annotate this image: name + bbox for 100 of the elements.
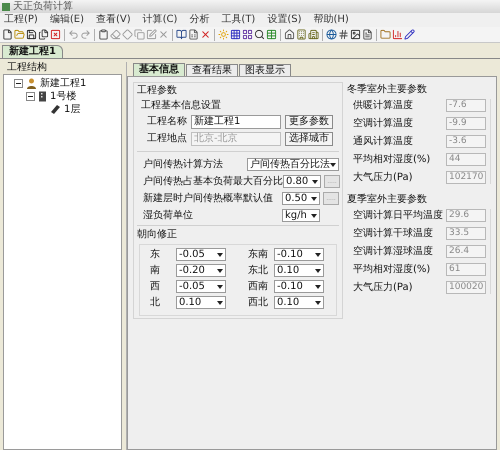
setting-label: 户间传热占基本负荷最大百分比 (143, 176, 283, 188)
book-icon[interactable] (176, 29, 187, 40)
caret-icon (330, 162, 336, 166)
layout-grid-icon[interactable] (242, 29, 253, 40)
tab[interactable]: 基本信息 (133, 63, 185, 76)
diamond-icon[interactable] (122, 29, 133, 40)
dropdown[interactable]: -0.05 (176, 248, 226, 261)
setting-label: 新建层时户间传热概率默认值 (143, 192, 273, 204)
direction-label: 西北 (248, 296, 269, 308)
direction-label: 北 (150, 296, 161, 308)
window-title: 天正负荷计算 (13, 2, 73, 12)
action-button[interactable]: 更多参数 (285, 115, 333, 129)
delete-icon[interactable] (158, 29, 169, 40)
group-title: 朝向修正 (137, 229, 178, 241)
globe-icon[interactable] (326, 29, 337, 40)
edit-icon[interactable] (146, 29, 157, 40)
person-icon (26, 78, 37, 89)
caret-icon (312, 180, 318, 184)
group-title: 工程参数 (137, 85, 178, 97)
undo-icon[interactable] (68, 29, 79, 40)
group-title: 夏季室外主要参数 (347, 194, 428, 206)
dropdown[interactable]: 0.50 (282, 192, 320, 205)
bar-chart-icon[interactable] (392, 29, 403, 40)
collapse-icon[interactable] (14, 79, 23, 88)
files-icon[interactable] (38, 29, 49, 40)
group-title: 工程基本信息设置 (141, 100, 222, 112)
search-icon[interactable] (254, 29, 265, 40)
field-label: 工程地点 (147, 133, 187, 145)
readonly-field: 102170 (446, 171, 486, 184)
tab[interactable]: 图表显示 (239, 64, 291, 76)
field-label: 工程名称 (147, 116, 187, 128)
dropdown[interactable]: -0.05 (176, 280, 226, 293)
menu-item[interactable]: 设置(S) (267, 14, 302, 26)
close-icon[interactable] (50, 29, 61, 40)
menu-item[interactable]: 编辑(E) (50, 14, 84, 26)
caret-icon (315, 252, 321, 256)
dropdown[interactable]: kg/h (282, 209, 320, 222)
tree-item[interactable]: 新建工程1 (40, 78, 86, 90)
image-icon[interactable] (350, 29, 361, 40)
delete-icon[interactable] (200, 29, 211, 40)
dropdown[interactable]: 0.10 (176, 296, 226, 309)
dropdown[interactable]: -0.10 (274, 248, 324, 261)
table-icon[interactable] (266, 29, 277, 40)
house-icon[interactable] (284, 29, 295, 40)
pencil-icon[interactable] (404, 29, 415, 40)
menu-item[interactable]: 工程(P) (4, 14, 38, 26)
caret-icon (217, 284, 223, 288)
field-label: 大气压力(Pa) (353, 172, 413, 184)
document-icon[interactable] (362, 29, 373, 40)
direction-label: 南 (150, 264, 161, 276)
document-tab[interactable]: 新建工程1 (2, 45, 63, 58)
spreadsheet-icon[interactable] (188, 29, 199, 40)
direction-label: 东 (150, 248, 161, 260)
new-file-icon[interactable] (2, 29, 13, 40)
building-icon[interactable] (296, 29, 307, 40)
direction-label: 东北 (248, 264, 269, 276)
dropdown[interactable]: 户间传热百分比法 (247, 158, 339, 171)
caret-icon (315, 268, 321, 272)
tab[interactable]: 查看结果 (186, 64, 238, 76)
building-icon (38, 91, 47, 102)
setting-label: 户间传热计算方法 (143, 158, 223, 170)
dropdown[interactable]: -0.20 (176, 264, 226, 277)
save-icon[interactable] (26, 29, 37, 40)
menu-item[interactable]: 查看(V) (96, 14, 131, 26)
caret-icon (217, 300, 223, 304)
readonly-field: 29.6 (446, 209, 486, 222)
readonly-field: 100020 (446, 281, 486, 294)
building-icon[interactable] (308, 29, 319, 40)
redo-icon[interactable] (80, 29, 91, 40)
caret-icon (217, 252, 223, 256)
menu-item[interactable]: 分析 (189, 14, 210, 26)
app-icon (2, 2, 10, 10)
tree-item[interactable]: 1层 (64, 104, 80, 116)
field-label: 平均相对湿度(%) (353, 264, 430, 276)
collapse-icon[interactable] (26, 92, 35, 101)
readonly-field: -9.9 (446, 117, 486, 130)
hash-icon[interactable] (338, 29, 349, 40)
dropdown[interactable]: 0.10 (274, 264, 324, 277)
field-label: 空调计算温度 (353, 118, 413, 130)
readonly-field: -7.6 (446, 99, 486, 112)
panel-title: 工程结构 (6, 62, 48, 74)
field-label: 大气压力(Pa) (353, 282, 413, 294)
text-field[interactable]: 新建工程1 (191, 115, 281, 129)
field-label: 供暖计算温度 (353, 100, 413, 112)
menu-item[interactable]: 工具(T) (221, 14, 256, 26)
copy-icon[interactable] (134, 29, 145, 40)
readonly-field: 26.4 (446, 245, 486, 258)
caret-icon (217, 268, 223, 272)
setting-label: 湿负荷单位 (143, 210, 193, 222)
dropdown[interactable]: 0.80 (283, 175, 321, 188)
folder-icon[interactable] (380, 29, 391, 40)
menu-item[interactable]: 计算(C) (142, 14, 178, 26)
menu-item[interactable]: 帮助(H) (314, 14, 349, 26)
dropdown[interactable]: -0.10 (274, 280, 324, 293)
clipboard-icon[interactable] (98, 29, 109, 40)
direction-label: 东南 (248, 248, 269, 260)
tree-item[interactable]: 1号楼 (50, 90, 76, 102)
readonly-field: 33.5 (446, 227, 486, 240)
grid-icon[interactable] (230, 29, 241, 40)
dropdown[interactable]: 0.10 (274, 296, 324, 309)
